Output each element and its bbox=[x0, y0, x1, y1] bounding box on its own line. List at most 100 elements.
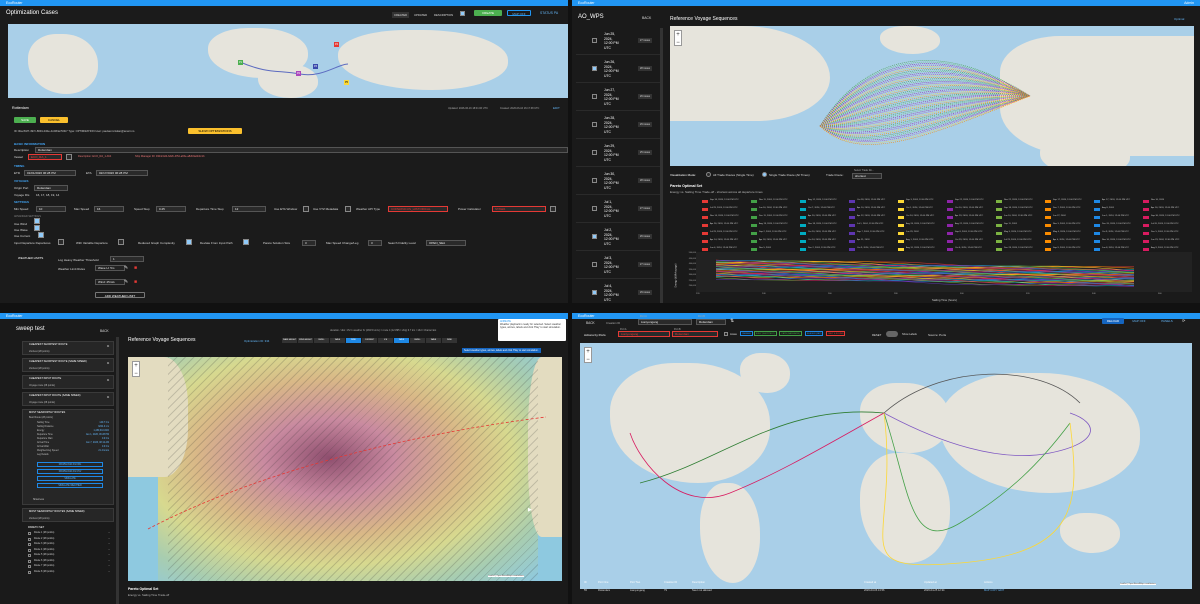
pareto-checkbox[interactable] bbox=[28, 570, 31, 574]
area-tag[interactable]: SUEZ (SHORTEST) bbox=[753, 331, 777, 336]
filter-created[interactable]: CREATED bbox=[392, 12, 410, 18]
legend-item[interactable]: Nov 14, 2024, 12:00 PM UTC bbox=[702, 214, 750, 221]
action-button[interactable]: DOWNLOAD AS CSV bbox=[37, 469, 103, 474]
table-row[interactable]: 55 Rotterdam Lianyungang 79 Suez not allowed… bbox=[584, 589, 1196, 594]
q2-map[interactable]: + − bbox=[670, 26, 1194, 166]
use-wave-checkbox[interactable] bbox=[34, 225, 40, 231]
legend-item[interactable]: Sep 7, 2024, 12:00 PM UTC bbox=[849, 230, 897, 237]
date-list-item[interactable]: Jun 28, 2024, 12:00 PM UTC 29 routes bbox=[576, 112, 660, 139]
date-checkbox[interactable] bbox=[592, 262, 597, 267]
legend-item[interactable]: May 4, 2024, 12:00 PM UTC bbox=[1045, 230, 1093, 237]
legend-item[interactable]: Oct 9, 2024, 12:00 PM UTC bbox=[1094, 230, 1142, 237]
scroll-track[interactable] bbox=[660, 28, 663, 303]
save-button[interactable]: SAVE bbox=[14, 117, 36, 123]
speed-step-input[interactable]: 0.25 bbox=[156, 206, 186, 212]
date-checkbox[interactable] bbox=[592, 150, 597, 155]
pareto-checkbox[interactable] bbox=[28, 543, 31, 546]
play-icon[interactable]: ▶ bbox=[528, 507, 532, 513]
vessel-add[interactable] bbox=[66, 154, 72, 160]
legend-item[interactable]: Apr 21, 2024 bbox=[849, 238, 897, 245]
date-list-item[interactable]: Jun 25, 2024, 12:00 PM UTC 27 routes bbox=[576, 28, 660, 55]
origin-select[interactable]: Rotterdam bbox=[34, 185, 68, 191]
pareto-checkbox[interactable] bbox=[28, 532, 31, 535]
min-speed-input[interactable]: 10 bbox=[36, 206, 66, 212]
reset-button[interactable]: RESET bbox=[872, 333, 881, 337]
cancel-button[interactable]: CANCEL bbox=[40, 117, 68, 123]
date-checkbox[interactable] bbox=[592, 122, 597, 127]
port-marker-2[interactable]: P2 bbox=[296, 71, 302, 76]
map-off-button[interactable]: MAP OFF bbox=[507, 10, 531, 16]
legend-item[interactable]: Jul 29, 2024, 12:00 PM UTC bbox=[702, 230, 750, 237]
all-trade-radio[interactable] bbox=[706, 172, 711, 177]
pareto-list-item[interactable]: Route 6 (28 points) ⌄ bbox=[26, 559, 114, 564]
area-tag[interactable]: SKAGEN (FAR) bbox=[804, 331, 824, 336]
legend-item[interactable]: Jul 1, 2024, 12:00 PM UTC bbox=[849, 222, 897, 229]
map-tab[interactable]: WAVE HEIGHT bbox=[282, 338, 297, 343]
search-fidelity-select[interactable]: OPEN_SEA bbox=[426, 240, 466, 246]
legend-item[interactable]: Apr 17, 2024, 12:00 PM UTC bbox=[1094, 198, 1142, 205]
reload-button[interactable]: RELOAD bbox=[1102, 318, 1124, 324]
port-marker-4[interactable]: P4 bbox=[334, 42, 340, 47]
pareto-checkbox[interactable] bbox=[28, 554, 31, 557]
power-calc-select[interactable]: STAWA bbox=[492, 206, 546, 212]
legend-item[interactable]: Oct 24, 2024, 12:00 PM UTC bbox=[800, 238, 848, 245]
chevron-down-icon[interactable]: ⌄ bbox=[108, 553, 110, 556]
panels-button[interactable]: PANELS bbox=[1156, 318, 1178, 324]
legend-item[interactable]: Aug 12, 2024, 12:00 PM UTC bbox=[800, 198, 848, 205]
q1-map[interactable]: P1 P2 P3 P4 P5 bbox=[8, 24, 568, 98]
minus-icon[interactable]: − bbox=[586, 357, 590, 363]
eta-input[interactable]: 02/17/2026 06:28 PM bbox=[96, 170, 148, 176]
legend-item[interactable]: Oct 24, 2024, 12:00 PM UTC bbox=[898, 214, 946, 221]
legend-item[interactable]: Jun 1, 2024, 12:00 PM UTC bbox=[1094, 214, 1142, 221]
swap-icon[interactable]: ⇅ bbox=[730, 318, 734, 324]
edit-link[interactable]: EDIT bbox=[553, 106, 560, 110]
legend-item[interactable]: Apr 20, 2024, 12:00 PM UTC bbox=[800, 214, 848, 221]
legend-item[interactable]: Sep 8, 2024, 12:00 PM UTC bbox=[947, 230, 995, 237]
pareto-chart[interactable] bbox=[696, 252, 1192, 292]
map-tab[interactable]: WIND bbox=[346, 338, 361, 343]
legend-item[interactable]: Jun 29, 2024 bbox=[898, 230, 946, 237]
pareto-size-input[interactable]: 3 bbox=[302, 240, 316, 246]
map-tab[interactable]: WAVE bbox=[330, 338, 345, 343]
port-marker-3[interactable]: P3 bbox=[313, 64, 319, 69]
legend-item[interactable]: Aug 1, 2024, 12:00 PM UTC bbox=[898, 238, 946, 245]
date-list-item[interactable]: Jul 1, 2024, 12:00 PM UTC 27 routes bbox=[576, 196, 660, 223]
date-checkbox[interactable] bbox=[592, 38, 597, 43]
port-marker-1[interactable]: P1 bbox=[238, 60, 244, 65]
legend-item[interactable]: Sep 11, 2024 bbox=[996, 222, 1044, 229]
legend-item[interactable]: Dec 11, 2024, 12:00 PM UTC bbox=[751, 214, 799, 221]
port-a2-select[interactable]: Lianyungang bbox=[618, 331, 670, 337]
legend-item[interactable]: Apr 16, 2024, 12:00 PM UTC bbox=[1143, 206, 1191, 213]
pareto-list-item[interactable]: Route 7 (28 points) ⌄ bbox=[26, 564, 114, 569]
description-input[interactable]: Rotterdam bbox=[35, 147, 568, 153]
plus-icon[interactable]: + bbox=[676, 32, 680, 38]
delete-icon[interactable]: ■ bbox=[134, 265, 137, 271]
port-b-select[interactable]: Rotterdam bbox=[696, 319, 726, 325]
map-tab[interactable]: ICE bbox=[378, 338, 393, 343]
minus-icon[interactable]: − bbox=[134, 371, 138, 377]
date-list-item[interactable]: Jun 30, 2024, 12:00 PM UTC 28 routes bbox=[576, 168, 660, 195]
pareto-list-item[interactable]: Route 4 (28 points) ⌄ bbox=[26, 548, 114, 553]
wind-rule[interactable]: Wind: 25m/s bbox=[95, 279, 125, 285]
map-off-button[interactable]: MAP OFF bbox=[1128, 318, 1150, 324]
pencil-icon[interactable]: ✎ bbox=[124, 279, 128, 285]
pareto-list-item[interactable]: Route 5 (28 points) ⌄ bbox=[26, 553, 114, 558]
show-less-link[interactable]: Show less bbox=[33, 498, 44, 501]
map-tab[interactable]: WAVE bbox=[394, 338, 409, 343]
legend-item[interactable]: Sep 22, 2024, 12:00 PM UTC bbox=[947, 198, 995, 205]
legend-item[interactable]: Apr 4, 2024, 12:00 PM UTC bbox=[1045, 238, 1093, 245]
area-tag[interactable]: PANAMA bbox=[740, 331, 753, 336]
copy-icon[interactable]: ⧉ bbox=[107, 344, 109, 348]
date-list-item[interactable]: Jul 2, 2024, 12:00 PM UTC 26 routes bbox=[576, 224, 660, 251]
date-checkbox[interactable] bbox=[592, 94, 597, 99]
legend-item[interactable]: Jun 27, 2024 bbox=[1045, 214, 1093, 221]
date-checkbox[interactable] bbox=[592, 234, 597, 239]
pencil-icon[interactable]: ✎ bbox=[124, 265, 128, 271]
create-button[interactable]: CREATE bbox=[474, 10, 502, 16]
optimal-link[interactable]: Optimal bbox=[1174, 17, 1184, 21]
chevron-down-icon[interactable]: ⌄ bbox=[108, 548, 110, 551]
pareto-list-item[interactable]: Route 3 (28 points) ⌄ bbox=[26, 542, 114, 547]
plus-icon[interactable]: + bbox=[586, 349, 590, 355]
show-labels-toggle[interactable] bbox=[886, 331, 898, 337]
delete-icon[interactable]: ■ bbox=[134, 279, 137, 285]
